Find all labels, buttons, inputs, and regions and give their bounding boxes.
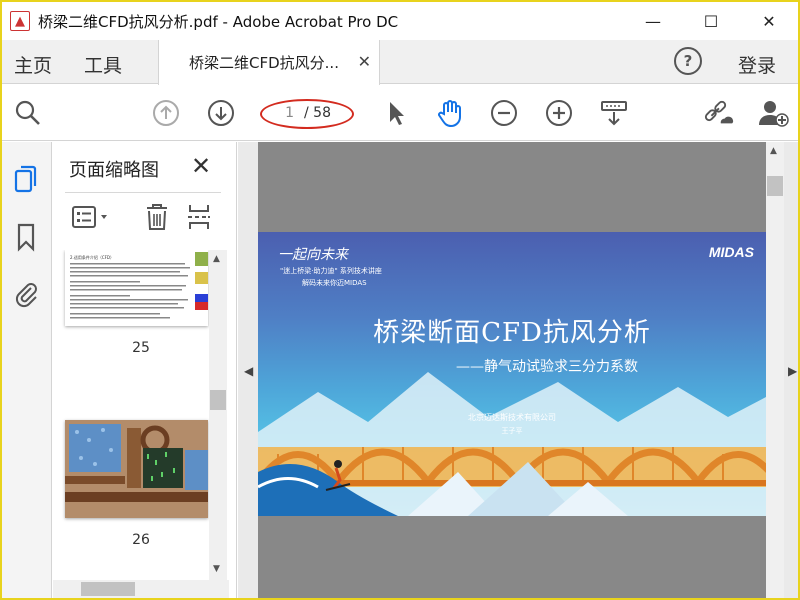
bookmark-icon[interactable] <box>12 222 40 252</box>
tab-bar: 主页 工具 桥梁二维CFD抗风分... ✕ ? 登录 <box>2 40 798 85</box>
pdf-page-1[interactable]: 一起向未来 "迷上桥梁·助力迪" 系列技术讲座 解码未来你迈MIDAS MIDA… <box>258 232 766 516</box>
doc-scroll-up-icon[interactable]: ▲ <box>770 146 777 156</box>
keyboard-scroll-icon[interactable] <box>598 97 630 129</box>
tab-home[interactable]: 主页 <box>14 51 52 78</box>
slide-tagline-2: 解码未来你迈MIDAS <box>302 279 367 287</box>
thumbnail-options-icon[interactable] <box>71 203 111 231</box>
close-window-button[interactable]: ✕ <box>740 2 798 40</box>
document-scroll-thumb[interactable] <box>767 176 783 196</box>
horizontal-scroll-thumb[interactable] <box>81 582 135 596</box>
tab-tools[interactable]: 工具 <box>84 51 122 78</box>
collapse-right-panel-icon[interactable]: ▶ <box>788 364 797 378</box>
zoom-in-icon[interactable] <box>543 97 575 129</box>
window-title: 桥梁二维CFD抗风分析.pdf - Adobe Acrobat Pro DC <box>38 12 399 31</box>
help-button[interactable]: ? <box>674 47 702 75</box>
midas-logo: MIDAS <box>708 244 754 260</box>
scroll-up-icon[interactable]: ▲ <box>213 254 220 264</box>
current-page-input[interactable]: 1 <box>274 105 294 121</box>
slide-company: 北京迈达斯技术有限公司 <box>468 413 556 422</box>
thumbnail-page-number: 26 <box>132 532 150 548</box>
page-thumbnail-26[interactable] <box>65 420 208 518</box>
window-controls: — ☐ ✕ <box>624 2 798 40</box>
thumbnail-scroll-thumb[interactable] <box>210 390 226 410</box>
toolbar: 1 / 58 <box>2 85 798 141</box>
slide-tagline: "迷上桥梁·助力迪" 系列技术讲座 <box>280 267 382 275</box>
slide-author: 王子平 <box>501 427 523 435</box>
thumbnail-list: 2.适用条件介绍（CFD） 25 26 <box>53 250 229 580</box>
acrobat-app-icon: ▲ <box>10 11 30 31</box>
tab-document[interactable]: 桥梁二维CFD抗风分... ✕ <box>158 40 380 85</box>
page-up-icon[interactable] <box>150 97 182 129</box>
share-link-icon[interactable] <box>702 97 734 129</box>
total-pages: / 58 <box>304 105 331 121</box>
attachment-icon[interactable] <box>12 278 40 308</box>
zoom-out-icon[interactable] <box>488 97 520 129</box>
navigation-rail <box>2 142 52 598</box>
scroll-down-icon[interactable]: ▼ <box>213 564 220 574</box>
delete-page-icon[interactable] <box>143 203 171 231</box>
thumbnail-scrollbar[interactable]: ▲ ▼ <box>209 250 227 580</box>
thumbnails-panel: 页面缩略图 ✕ 2.适用条件介绍（CFD） 25 26 ▲ ▼ <box>53 142 237 598</box>
document-view: ◀ 一起向未来 "迷上桥梁·助力迪" 系列技术讲座 解码未来你迈MIDAS MI… <box>238 142 798 598</box>
hand-tool-icon[interactable] <box>434 97 466 129</box>
thumb25-heading: 2.适用条件介绍（CFD） <box>70 254 114 260</box>
page-thumbnails-icon[interactable] <box>12 164 40 194</box>
document-tab-label: 桥梁二维CFD抗风分... <box>189 54 339 72</box>
thumbnail-horizontal-scrollbar[interactable] <box>53 580 229 598</box>
close-panel-icon[interactable]: ✕ <box>191 152 211 180</box>
document-scrollbar[interactable]: ▲ <box>766 142 784 598</box>
page-number-control: 1 / 58 <box>260 99 356 129</box>
minimize-button[interactable]: — <box>624 2 682 40</box>
add-user-icon[interactable] <box>758 97 790 129</box>
panel-toolbar <box>65 192 221 236</box>
close-tab-icon[interactable]: ✕ <box>358 52 371 71</box>
insert-page-icon[interactable] <box>185 203 213 231</box>
select-arrow-icon[interactable] <box>380 97 412 129</box>
login-button[interactable]: 登录 <box>738 51 776 78</box>
page-thumbnail-25[interactable]: 2.适用条件介绍（CFD） <box>65 250 208 326</box>
maximize-button[interactable]: ☐ <box>682 2 740 40</box>
slide-subtitle: ——静气动试验求三分力系数 <box>456 359 638 375</box>
title-bar: ▲ 桥梁二维CFD抗风分析.pdf - Adobe Acrobat Pro DC… <box>2 2 798 40</box>
panel-title: 页面缩略图 <box>69 160 159 181</box>
thumbnail-page-number: 25 <box>132 340 150 356</box>
search-icon[interactable] <box>12 97 44 129</box>
page-down-icon[interactable] <box>205 97 237 129</box>
slide-brand-text: 一起向未来 <box>278 247 348 263</box>
slide-title: 桥梁断面CFD抗风分析 <box>373 318 651 348</box>
collapse-left-panel-icon[interactable]: ◀ <box>244 364 253 378</box>
